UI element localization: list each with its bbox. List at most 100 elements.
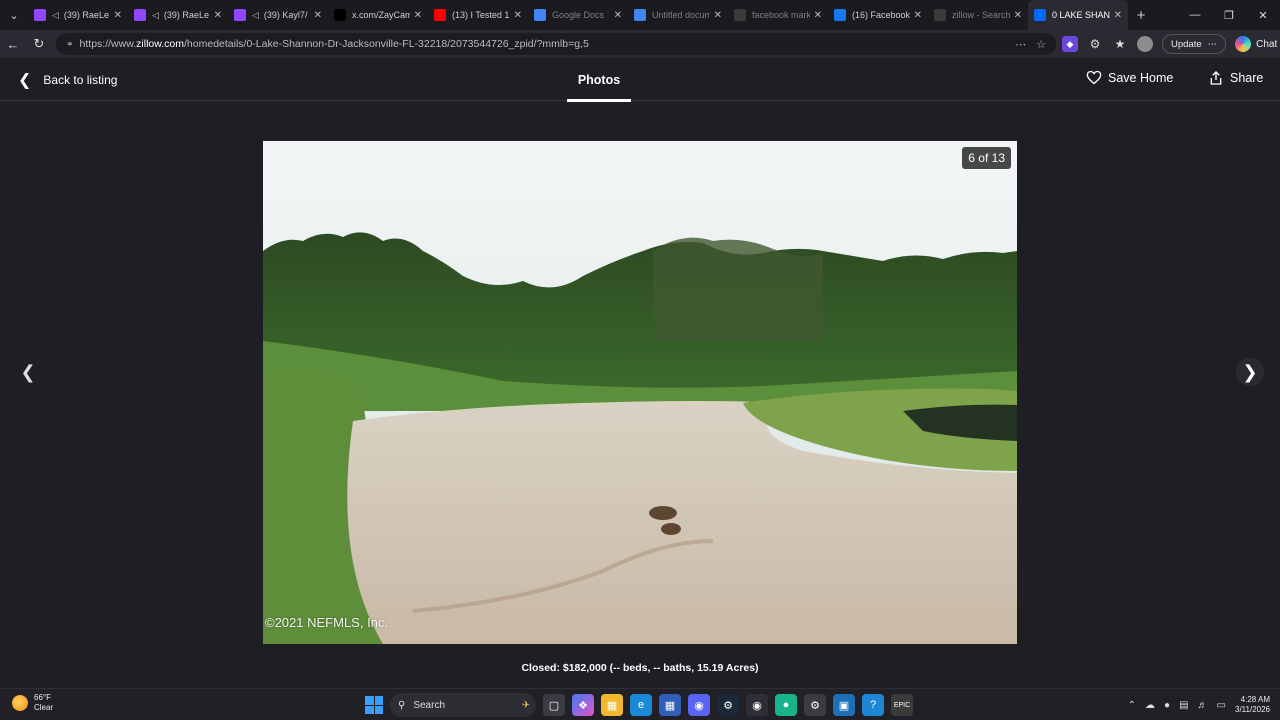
network-icon[interactable]: ▤: [1179, 700, 1188, 711]
browser-tab[interactable]: ◁ (39) RaeLe ✕: [28, 0, 128, 30]
taskbar-search[interactable]: ⚲ Search ✈: [390, 693, 536, 717]
favorite-star-icon[interactable]: ☆: [1036, 38, 1046, 51]
close-tab-icon[interactable]: ✕: [114, 10, 122, 21]
tab-title: (13) I Tested 1: [452, 10, 510, 20]
browser-tab[interactable]: zillow - Search ✕: [928, 0, 1028, 30]
close-tab-icon[interactable]: ✕: [614, 10, 622, 21]
favorites-icon[interactable]: ★: [1112, 36, 1128, 52]
browser-tab[interactable]: Untitled docum ✕: [628, 0, 728, 30]
restore-icon[interactable]: ❐: [1212, 0, 1246, 30]
weather-temperature: 66°F: [34, 693, 51, 702]
edge-browser-icon[interactable]: e: [630, 694, 652, 716]
back-to-listing-button[interactable]: ❮ Back to listing: [18, 70, 117, 90]
url-text: https://www.zillow.com/homedetails/0-Lak…: [79, 38, 589, 50]
twitch-icon: [34, 9, 46, 21]
muted-speaker-icon[interactable]: ◁: [52, 10, 59, 21]
remote-desktop-icon[interactable]: ▣: [833, 694, 855, 716]
muted-speaker-icon[interactable]: ◁: [152, 10, 159, 21]
weather-widget[interactable]: 66°F Clear: [12, 693, 53, 713]
docs-icon: [634, 9, 646, 21]
obs-icon[interactable]: ◉: [746, 694, 768, 716]
browser-tab[interactable]: Google Docs ✕: [528, 0, 628, 30]
update-button[interactable]: Update ⋯: [1162, 34, 1227, 54]
twitch-extension-icon[interactable]: ◆: [1062, 36, 1078, 52]
messaging-app-icon[interactable]: ●: [775, 694, 797, 716]
browser-extensions: ◆ ⚙ ★ Update ⋯ Chat: [1062, 30, 1277, 58]
start-menu-icon[interactable]: [365, 696, 383, 714]
browser-tab[interactable]: ◁ (39) Kayl7/ ✕: [228, 0, 328, 30]
more-icon: ⋯: [1207, 38, 1218, 50]
help-app-icon[interactable]: ?: [862, 694, 884, 716]
tab-photos[interactable]: Photos: [567, 58, 631, 102]
onedrive-icon[interactable]: ☁: [1145, 700, 1155, 711]
file-explorer-icon[interactable]: ▦: [601, 694, 623, 716]
windows-taskbar: 66°F Clear ⚲ Search ✈ ▢ ❖ ▦ e ▦ ◉ ⚙ ◉ ● ⚙ ▣…: [0, 688, 1280, 720]
profile-avatar[interactable]: [1137, 36, 1153, 52]
share-label: Share: [1230, 71, 1264, 85]
next-photo-button[interactable]: ❯: [1236, 358, 1264, 386]
close-tab-icon[interactable]: ✕: [714, 10, 722, 21]
back-icon[interactable]: ←: [0, 30, 26, 58]
chevron-left-icon: ❮: [20, 361, 36, 382]
minimize-icon[interactable]: —: [1178, 0, 1212, 30]
browser-tab[interactable]: x.com/ZayCam ✕: [328, 0, 428, 30]
system-tray: ⌃ ☁ ● ▤ ♬ ▭ 4:28 AM 3/11/2026: [1128, 692, 1270, 718]
browser-tab[interactable]: (13) I Tested 1 ✕: [428, 0, 528, 30]
close-tab-icon[interactable]: ✕: [514, 10, 522, 21]
close-tab-icon[interactable]: ✕: [214, 10, 222, 21]
tab-title: 0 LAKE SHANN: [1052, 10, 1110, 20]
taskbar-apps: ⚲ Search ✈ ▢ ❖ ▦ e ▦ ◉ ⚙ ◉ ● ⚙ ▣ ? EPIC: [365, 692, 913, 718]
tab-title: x.com/ZayCam: [352, 10, 410, 20]
close-tab-icon[interactable]: ✕: [814, 10, 822, 21]
copilot-chat-button[interactable]: Chat: [1235, 36, 1277, 52]
save-home-button[interactable]: Save Home: [1086, 70, 1173, 85]
close-window-icon[interactable]: ✕: [1246, 0, 1280, 30]
address-bar[interactable]: ⚭ https://www.zillow.com/homedetails/0-L…: [56, 33, 1056, 55]
volume-icon[interactable]: ♬: [1198, 700, 1208, 711]
task-view-icon[interactable]: ▢: [543, 694, 565, 716]
tab-list-menu-icon[interactable]: ⌄: [0, 0, 28, 30]
landscape-photo-image: [263, 141, 1017, 644]
tab-title: facebook mark: [752, 10, 810, 20]
browser-tab[interactable]: 0 LAKE SHANN ✕: [1028, 0, 1128, 30]
muted-speaker-icon[interactable]: ◁: [252, 10, 259, 21]
chevron-up-icon[interactable]: ⌃: [1128, 700, 1136, 711]
tab-title: zillow - Search: [952, 10, 1010, 20]
tab-title: (16) Facebook: [852, 10, 910, 20]
close-tab-icon[interactable]: ✕: [414, 10, 422, 21]
photo-counter-badge: 6 of 13: [962, 147, 1011, 169]
share-icon: [1210, 71, 1222, 85]
search-highlight-icon: ✈: [521, 699, 530, 711]
share-button[interactable]: Share: [1208, 70, 1263, 86]
save-home-label: Save Home: [1108, 70, 1174, 85]
chevron-left-icon: ❮: [18, 72, 32, 89]
close-tab-icon[interactable]: ✕: [314, 10, 322, 21]
discord-icon[interactable]: ◉: [688, 694, 710, 716]
close-tab-icon[interactable]: ✕: [1114, 10, 1122, 21]
battery-icon[interactable]: ▭: [1217, 700, 1226, 711]
site-info-icon[interactable]: ⚭: [66, 39, 74, 50]
new-tab-button[interactable]: +: [1128, 7, 1154, 24]
reload-icon[interactable]: ↻: [26, 30, 52, 58]
browser-tab[interactable]: facebook mark ✕: [728, 0, 828, 30]
youtube-icon: [434, 9, 446, 21]
steam-icon[interactable]: ⚙: [717, 694, 739, 716]
close-tab-icon[interactable]: ✕: [914, 10, 922, 21]
window-controls: — ❐ ✕: [1178, 0, 1280, 30]
epic-games-icon[interactable]: EPIC: [891, 694, 913, 716]
microphone-icon[interactable]: ●: [1164, 700, 1170, 711]
settings-icon[interactable]: ⚙: [804, 694, 826, 716]
copilot-app-icon[interactable]: ❖: [572, 694, 594, 716]
facebook-icon: [834, 9, 846, 21]
reader-mode-icon[interactable]: ⋯: [1015, 38, 1026, 51]
microsoft-store-icon[interactable]: ▦: [659, 694, 681, 716]
browser-tab[interactable]: ◁ (39) RaeLe ✕: [128, 0, 228, 30]
close-tab-icon[interactable]: ✕: [1014, 10, 1022, 21]
extensions-icon[interactable]: ⚙: [1087, 36, 1103, 52]
browser-tab[interactable]: (16) Facebook ✕: [828, 0, 928, 30]
twitch-icon: [134, 9, 146, 21]
previous-photo-button[interactable]: ❮: [14, 358, 42, 386]
system-clock[interactable]: 4:28 AM 3/11/2026: [1235, 695, 1270, 715]
photo-copyright: ©2021 NEFMLS, Inc.: [265, 615, 389, 630]
listing-photo: 6 of 13 ©2021 NEFMLS, Inc.: [263, 141, 1017, 644]
